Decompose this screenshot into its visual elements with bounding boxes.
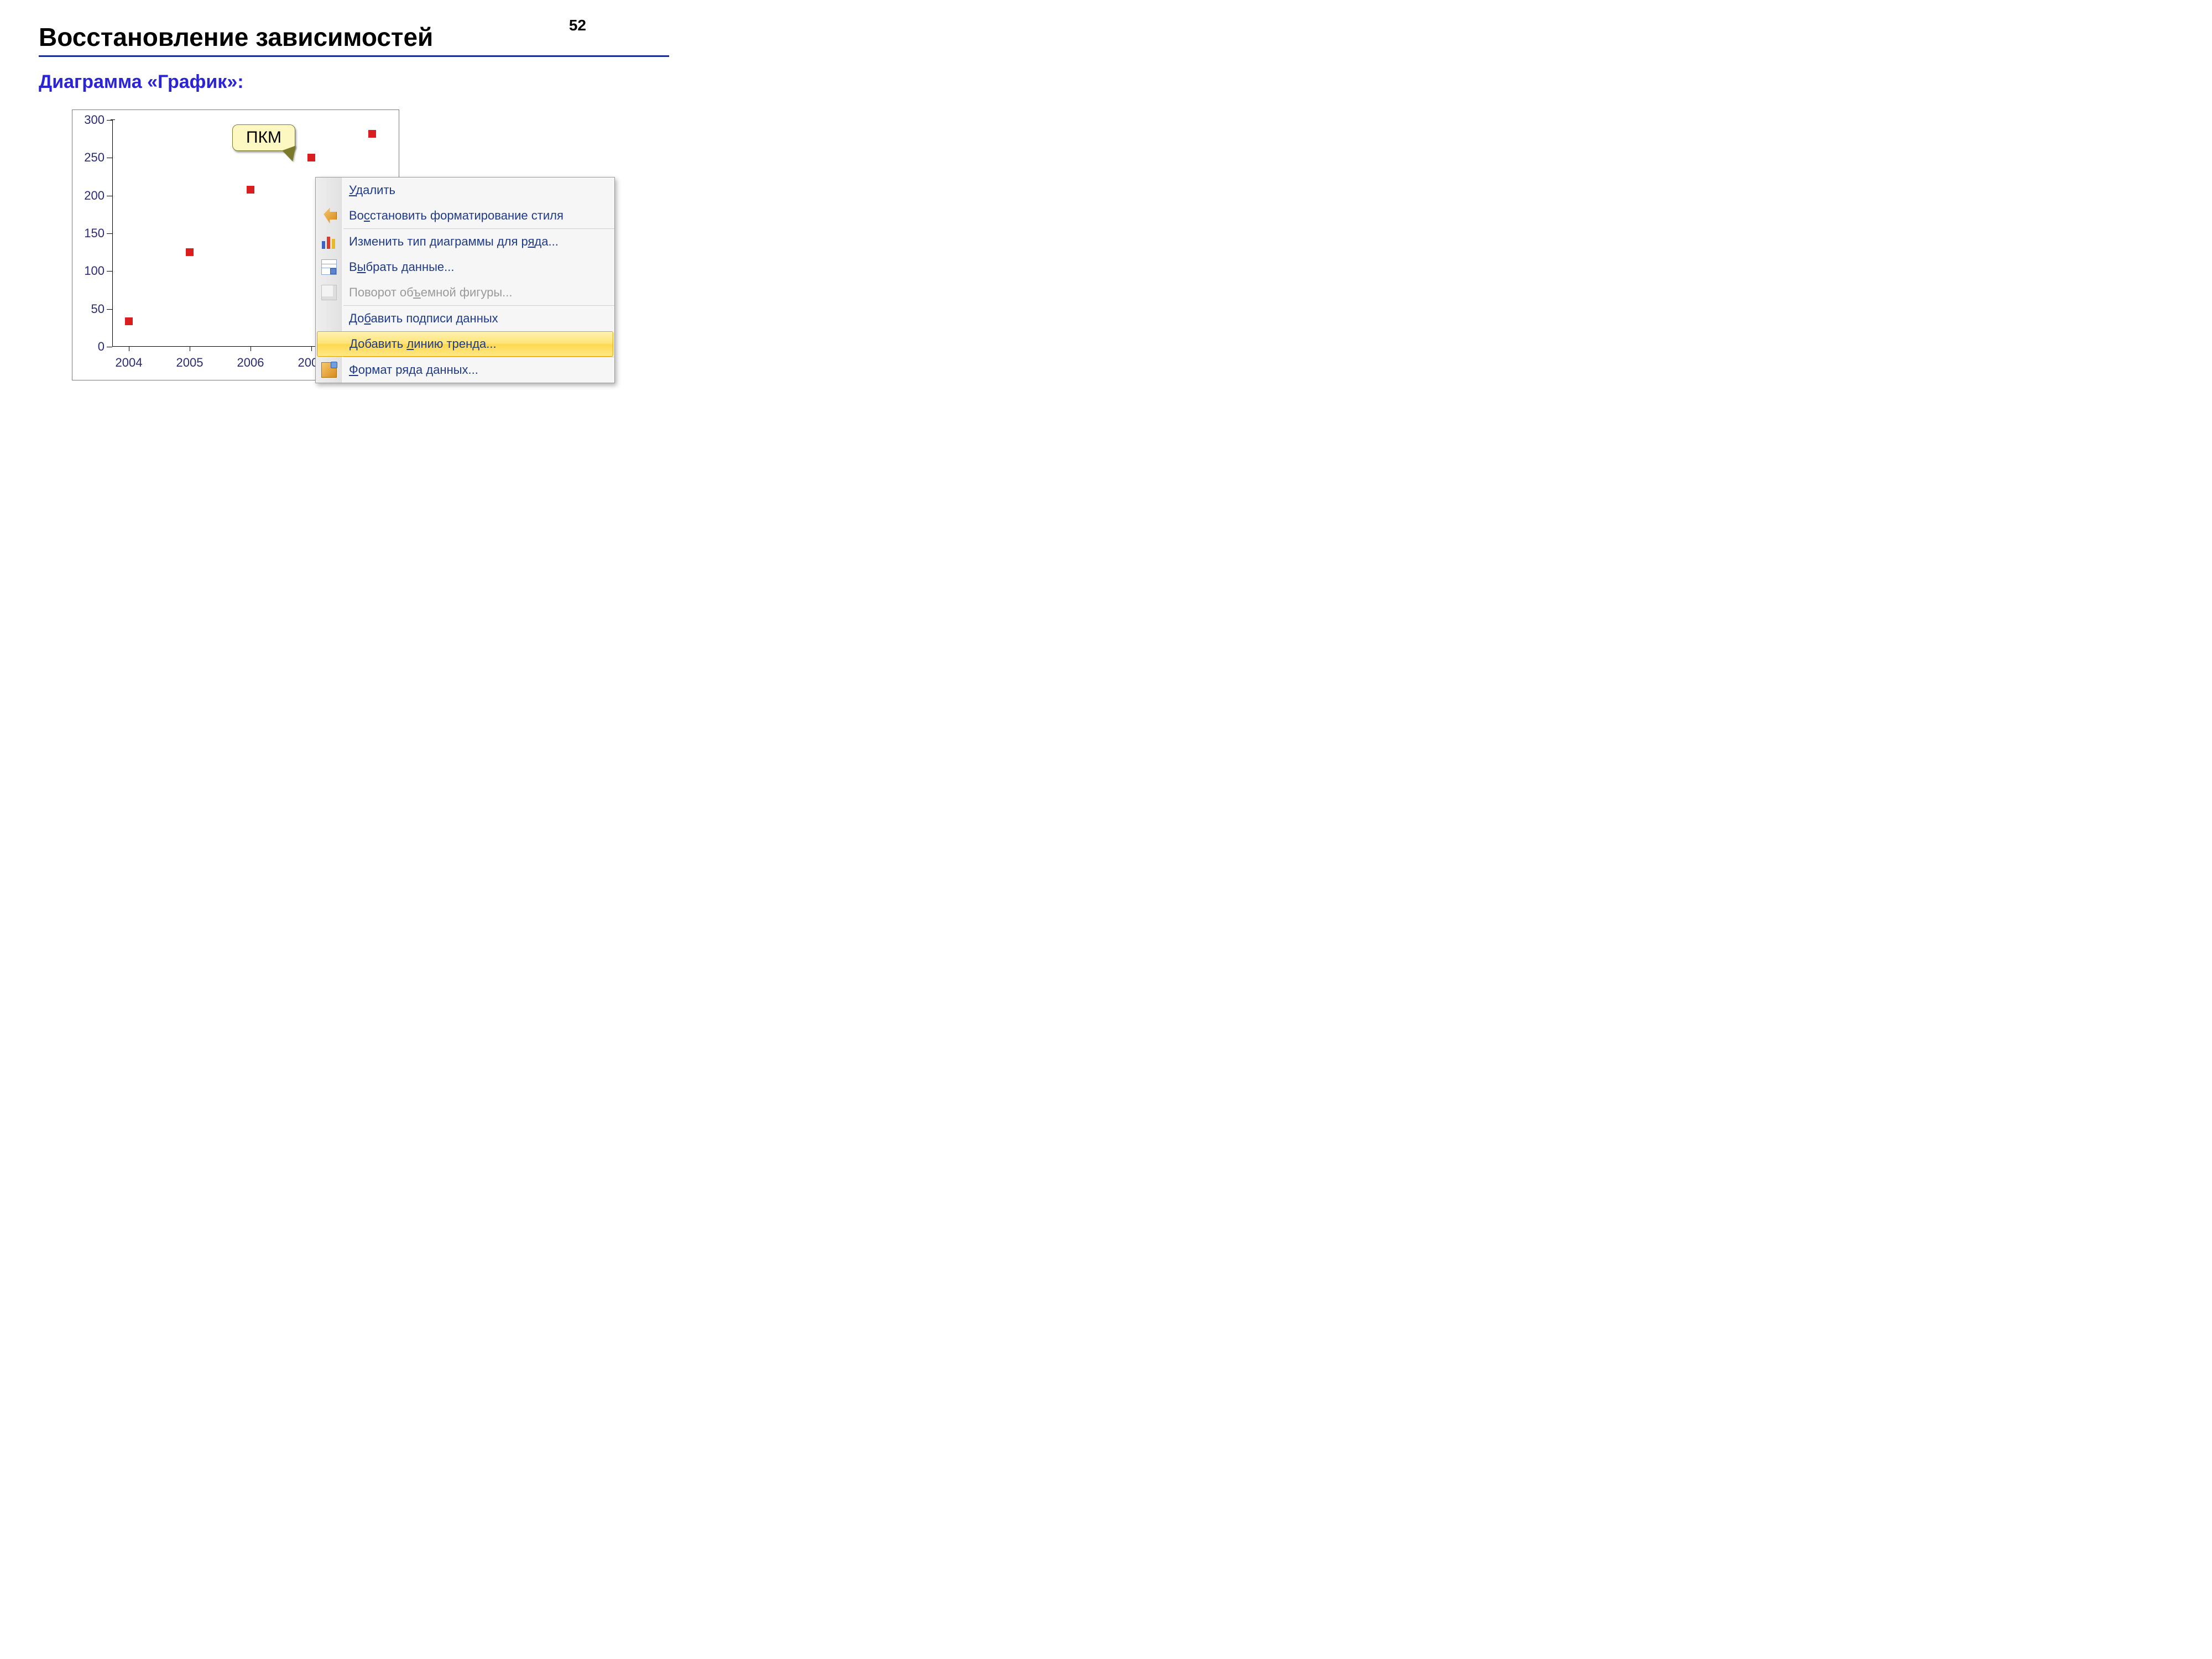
- page-number: 52: [569, 17, 586, 34]
- callout-label: ПКМ: [246, 128, 281, 147]
- reset-icon: [321, 208, 337, 223]
- context-menu-item-label: Восстановить форматирование стиля: [349, 208, 564, 223]
- context-menu-item[interactable]: Удалить: [316, 178, 614, 203]
- context-menu-item-label: Выбрать данные...: [349, 260, 455, 274]
- 3d-icon: [321, 285, 337, 300]
- x-tick-label: 2005: [176, 356, 204, 370]
- context-menu-item[interactable]: Добавить подписи данных: [316, 306, 614, 331]
- y-axis: [112, 120, 113, 347]
- context-menu-item[interactable]: Добавить линию тренда...: [317, 331, 613, 357]
- data-point[interactable]: [125, 317, 133, 325]
- x-tick-label: 2004: [116, 356, 143, 370]
- y-tick: [107, 120, 112, 121]
- context-menu-item[interactable]: Формат ряда данных...: [316, 357, 614, 383]
- context-menu[interactable]: Удалить Восстановить форматирование стиля…: [315, 177, 615, 383]
- callout: ПКМ: [232, 124, 295, 151]
- context-menu-item-label: Добавить подписи данных: [349, 311, 498, 326]
- context-menu-item-label: Изменить тип диаграммы для ряда...: [349, 234, 559, 249]
- data-point[interactable]: [247, 186, 254, 194]
- context-menu-item-label: Поворот объемной фигуры...: [349, 285, 512, 300]
- data-point[interactable]: [307, 154, 315, 161]
- select-icon: [321, 259, 337, 275]
- format-icon: [321, 362, 337, 378]
- context-menu-item-label: Добавить линию тренда...: [349, 337, 497, 351]
- context-menu-item[interactable]: Выбрать данные...: [316, 254, 614, 280]
- y-tick-label: 250: [84, 150, 105, 165]
- y-tick-label: 300: [84, 113, 105, 127]
- y-tick: [107, 309, 112, 310]
- y-tick: [107, 233, 112, 234]
- context-menu-item[interactable]: Изменить тип диаграммы для ряда...: [316, 229, 614, 254]
- y-tick: [107, 271, 112, 272]
- y-tick-label: 100: [84, 264, 105, 278]
- data-point[interactable]: [186, 248, 194, 256]
- context-menu-item: Поворот объемной фигуры...: [316, 280, 614, 305]
- x-tick-label: 2006: [237, 356, 264, 370]
- slide: 52 Восстановление зависимостей Диаграмма…: [0, 0, 708, 531]
- y-tick-label: 0: [98, 340, 105, 354]
- y-tick-label: 200: [84, 189, 105, 203]
- context-menu-item-label: Удалить: [349, 183, 395, 197]
- charttype-icon: [321, 234, 337, 249]
- callout-box: ПКМ: [232, 124, 295, 151]
- data-point[interactable]: [368, 130, 376, 138]
- x-tick: [311, 347, 312, 351]
- context-menu-item[interactable]: Восстановить форматирование стиля: [316, 203, 614, 228]
- y-tick-label: 150: [84, 226, 105, 241]
- context-menu-item-label: Формат ряда данных...: [349, 363, 478, 377]
- title-underline: [39, 55, 669, 57]
- slide-subtitle: Диаграмма «График»:: [39, 71, 669, 93]
- y-tick-label: 50: [91, 302, 105, 316]
